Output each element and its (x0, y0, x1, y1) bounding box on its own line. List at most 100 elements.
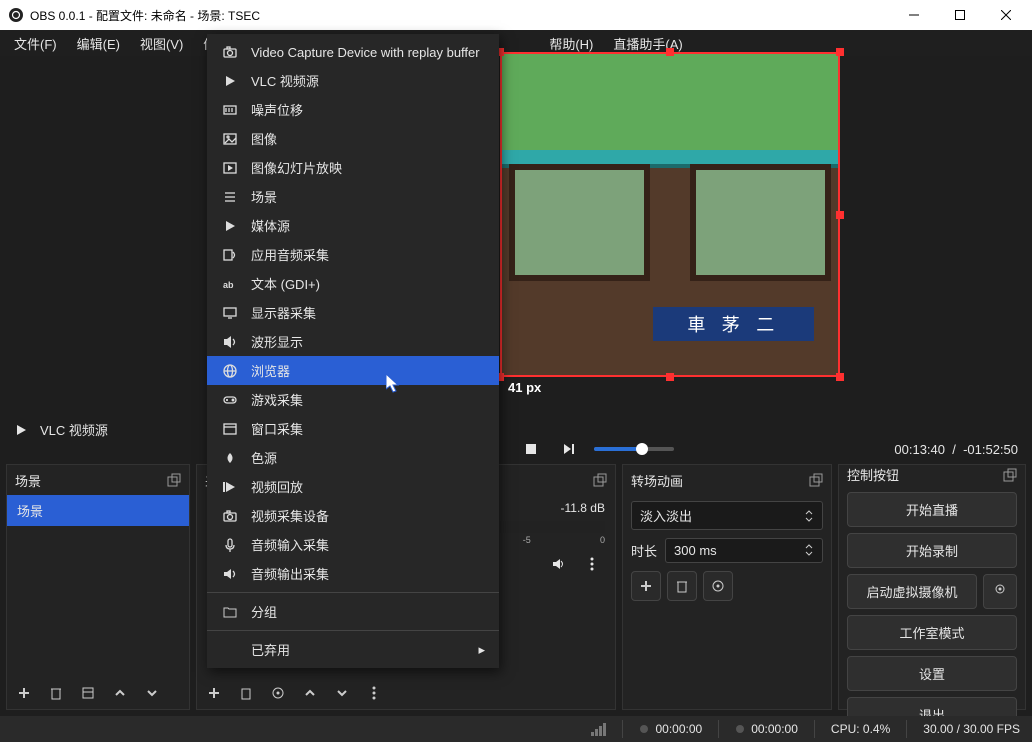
folder-icon (221, 603, 239, 621)
menu-item-label: VLC 视频源 (251, 71, 319, 90)
menu-item-wave[interactable]: 波形显示 (207, 327, 499, 356)
add-scene-button[interactable] (11, 680, 37, 706)
color-icon (221, 449, 239, 467)
scenes-panel: 场景 场景 (6, 464, 190, 710)
settings-button[interactable]: 设置 (847, 656, 1017, 691)
menu-item-label: 音频输入采集 (251, 535, 329, 554)
cursor-icon (386, 374, 402, 394)
maximize-button[interactable] (940, 0, 986, 30)
mic-icon (221, 536, 239, 554)
remove-scene-button[interactable] (43, 680, 69, 706)
menu-item-deprecated[interactable]: 已弃用 ▸ (207, 635, 499, 664)
transition-title: 转场动画 (631, 471, 683, 490)
menu-item-label: 图像 (251, 129, 277, 148)
duration-spinner[interactable]: 300 ms (665, 538, 823, 563)
text-icon: ab (221, 275, 239, 293)
next-button[interactable] (556, 436, 582, 462)
menu-item-group[interactable]: 分组 (207, 597, 499, 626)
menu-item-replay[interactable]: 视频回放 (207, 472, 499, 501)
add-source-button[interactable] (201, 680, 227, 706)
media-transport: 00:13:40 / -01:52:50 (0, 434, 1032, 464)
menu-item-display[interactable]: 显示器采集 (207, 298, 499, 327)
popout-icon[interactable] (593, 473, 607, 487)
menu-item-camera[interactable]: 视频采集设备 (207, 501, 499, 530)
record-dot-icon (735, 724, 745, 734)
menu-item-play[interactable]: VLC 视频源 (207, 66, 499, 95)
scene-up-button[interactable] (107, 680, 133, 706)
menu-file[interactable]: 文件(F) (6, 31, 65, 56)
image-icon (221, 130, 239, 148)
menu-item-label: 波形显示 (251, 332, 303, 351)
menu-item-slideshow[interactable]: 图像幻灯片放映 (207, 153, 499, 182)
transition-select[interactable]: 淡入淡出 (631, 501, 823, 530)
current-time: 00:13:40 (894, 442, 945, 457)
menu-item-color[interactable]: 色源 (207, 443, 499, 472)
menu-item-window[interactable]: 窗口采集 (207, 414, 499, 443)
menu-item-label: 场景 (251, 187, 277, 206)
scenes-title: 场景 (15, 471, 41, 490)
menu-item-globe[interactable]: 浏览器 (207, 356, 499, 385)
source-down-button[interactable] (329, 680, 355, 706)
mixer-more-button[interactable] (579, 551, 605, 577)
menu-item-label: 浏览器 (251, 361, 290, 380)
network-icon (591, 723, 606, 736)
cpu-usage: CPU: 0.4% (831, 722, 890, 736)
popout-icon[interactable] (1003, 468, 1017, 482)
menu-item-label: 色源 (251, 448, 277, 467)
menu-item-noise[interactable]: 噪声位移 (207, 95, 499, 124)
virtual-cam-button[interactable]: 启动虚拟摄像机 (847, 574, 977, 609)
remove-source-button[interactable] (233, 680, 259, 706)
popout-icon[interactable] (167, 473, 181, 487)
window-title: OBS 0.0.1 - 配置文件: 未命名 - 场景: TSEC (30, 7, 894, 24)
mixer-mute-button[interactable] (545, 551, 571, 577)
menu-item-label: 应用音频采集 (251, 245, 329, 264)
menu-item-label: 文本 (GDI+) (251, 274, 320, 293)
menu-item-label: 视频回放 (251, 477, 303, 496)
start-streaming-button[interactable]: 开始直播 (847, 492, 1017, 527)
virtual-cam-settings-button[interactable] (983, 574, 1017, 609)
updown-icon (804, 543, 814, 557)
studio-mode-button[interactable]: 工作室模式 (847, 615, 1017, 650)
controls-panel: 控制按钮 开始直播 开始录制 启动虚拟摄像机 工作室模式 设置 退出 (838, 464, 1026, 710)
scene-item[interactable]: 场景 (7, 495, 189, 526)
menu-item-app-audio[interactable]: 应用音频采集 (207, 240, 499, 269)
camera-icon (221, 43, 239, 61)
menu-item-label: 音频输出采集 (251, 564, 329, 583)
pixel-offset-label: 41 px (508, 380, 541, 395)
stream-time: 00:00:00 (655, 722, 702, 736)
menu-item-image[interactable]: 图像 (207, 124, 499, 153)
menu-item-label: 噪声位移 (251, 100, 303, 119)
menu-item-speaker[interactable]: 音频输出采集 (207, 559, 499, 588)
menu-item-camera[interactable]: Video Capture Device with replay buffer (207, 38, 499, 66)
menu-item-label: 游戏采集 (251, 390, 303, 409)
stop-button[interactable] (518, 436, 544, 462)
add-transition-button[interactable] (631, 571, 661, 601)
scene-filter-button[interactable] (75, 680, 101, 706)
volume-slider[interactable] (594, 447, 674, 451)
transition-panel: 转场动画 淡入淡出 时长 300 ms (622, 464, 832, 710)
menu-item-text[interactable]: ab 文本 (GDI+) (207, 269, 499, 298)
popout-icon[interactable] (809, 473, 823, 487)
gear-icon (993, 582, 1007, 596)
menu-item-label: 图像幻灯片放映 (251, 158, 342, 177)
globe-icon (221, 362, 239, 380)
scene-down-button[interactable] (139, 680, 165, 706)
menu-item-gamepad[interactable]: 游戏采集 (207, 385, 499, 414)
source-up-button[interactable] (297, 680, 323, 706)
transition-props-button[interactable] (703, 571, 733, 601)
menu-item-label: Video Capture Device with replay buffer (251, 45, 480, 60)
obs-logo-icon (8, 7, 24, 23)
minimize-button[interactable] (894, 0, 940, 30)
menu-edit[interactable]: 编辑(E) (69, 31, 128, 56)
preview-selection[interactable]: 車 茅 二 (500, 52, 840, 377)
menu-item-mic[interactable]: 音频输入采集 (207, 530, 499, 559)
record-time: 00:00:00 (751, 722, 798, 736)
close-button[interactable] (986, 0, 1032, 30)
menu-item-play[interactable]: 媒体源 (207, 211, 499, 240)
menu-item-list[interactable]: 场景 (207, 182, 499, 211)
source-props-button[interactable] (265, 680, 291, 706)
remove-transition-button[interactable] (667, 571, 697, 601)
menu-view[interactable]: 视图(V) (132, 31, 191, 56)
source-more-button[interactable] (361, 680, 387, 706)
start-recording-button[interactable]: 开始录制 (847, 533, 1017, 568)
